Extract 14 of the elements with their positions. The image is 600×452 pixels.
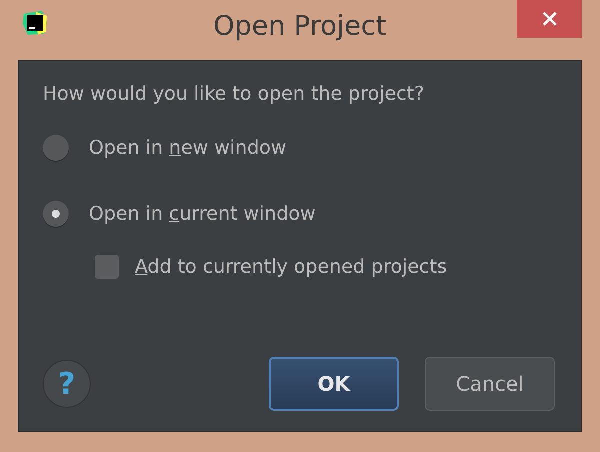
app-logo-icon (22, 10, 48, 36)
window-title: Open Project (212, 10, 388, 42)
option-label[interactable]: Open in current window (89, 203, 316, 225)
ok-button[interactable]: OK (269, 357, 399, 411)
cancel-button[interactable]: Cancel (425, 357, 555, 411)
close-button[interactable] (517, 0, 582, 38)
question-text: How would you like to open the project? (43, 83, 426, 105)
checkbox[interactable] (95, 255, 119, 279)
radio-button[interactable] (43, 201, 69, 227)
close-icon (542, 11, 558, 27)
help-button[interactable]: ? (43, 360, 91, 408)
option-label[interactable]: Add to currently opened projects (135, 256, 448, 278)
radio-button[interactable] (43, 135, 69, 161)
option-label[interactable]: Open in new window (89, 137, 287, 159)
